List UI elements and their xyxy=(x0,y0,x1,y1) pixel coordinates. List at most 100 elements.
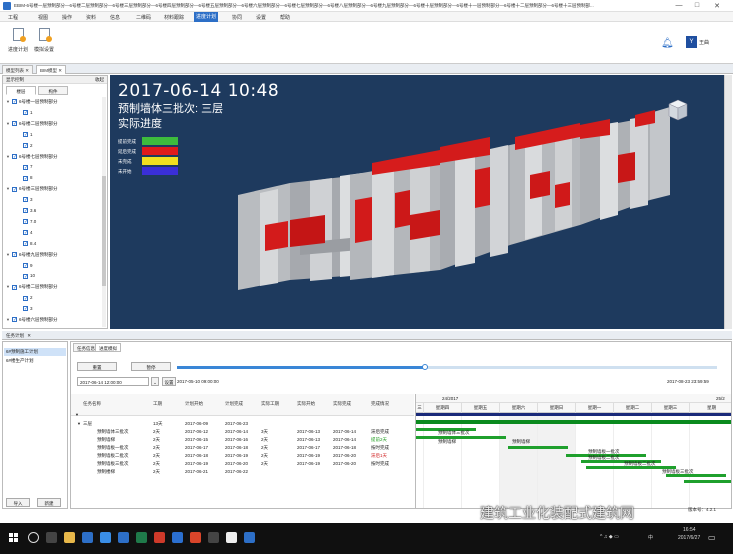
menu-item-6[interactable]: 材料跟踪 xyxy=(162,14,186,21)
clock-date[interactable]: 2017/6/27 xyxy=(678,535,700,541)
tab-components[interactable]: 构件 xyxy=(38,86,68,95)
table-row[interactable]: ▼ 三层 13天 2017-06-09 2017-06-23 xyxy=(71,420,414,428)
menu-item-1[interactable]: 视图 xyxy=(36,14,50,21)
tree-floor-node[interactable]: ▼6号楼九层预制部分 xyxy=(6,250,58,260)
checkbox[interactable] xyxy=(23,304,28,314)
tray-icons[interactable]: ^ ♫ ◆ ▭ xyxy=(600,534,619,540)
checkbox[interactable] xyxy=(23,174,28,184)
checkbox[interactable] xyxy=(23,108,28,118)
ebim-app-icon[interactable] xyxy=(244,532,255,543)
menu-item-4[interactable]: 信息 xyxy=(108,14,122,21)
app-icon-1[interactable] xyxy=(82,532,93,543)
menu-item-2[interactable]: 操作 xyxy=(60,14,74,21)
reset-button[interactable]: 重置 xyxy=(77,362,117,371)
app-icon-2[interactable] xyxy=(136,532,147,543)
column-header[interactable]: 任务名称 xyxy=(83,401,101,407)
edge-browser-icon[interactable] xyxy=(100,532,111,543)
tree-level-node[interactable]: 3.6 xyxy=(17,206,36,216)
menu-item-7[interactable]: 进度计划 xyxy=(194,12,219,22)
tree-level-node[interactable]: 10 xyxy=(17,271,35,282)
column-header[interactable]: 计划开始 xyxy=(185,401,203,407)
expand-arrow-icon[interactable]: ▼ xyxy=(75,412,79,417)
task-view-icon[interactable] xyxy=(46,532,57,543)
pause-button[interactable]: 暂停 xyxy=(131,362,171,371)
table-row[interactable]: 预制墙板三批次 2天 2017-06-19 2017-06-20 2天 2017-06-1… xyxy=(71,460,414,468)
minimize-button[interactable]: — xyxy=(672,2,686,9)
table-row[interactable]: 预制楼梯 2天 2017-06-21 2017-06-22 xyxy=(71,468,414,476)
checkbox[interactable] xyxy=(12,185,17,195)
table-row[interactable]: 预制墙板二批次 2天 2017-06-18 2017-06-19 2天 2017-06-1… xyxy=(71,452,414,460)
simulation-settings-button[interactable]: 模拟设置 xyxy=(32,28,56,53)
column-header[interactable]: 实际完成 xyxy=(333,401,351,407)
tree-level-node[interactable]: 1 xyxy=(17,108,33,118)
schedule-plan-button[interactable]: 进度计划 xyxy=(6,28,30,53)
expand-arrow-icon[interactable]: ▼ xyxy=(77,420,81,428)
menu-item-3[interactable]: 资料 xyxy=(84,14,98,21)
set-button[interactable]: 设置 xyxy=(162,377,176,386)
column-header[interactable]: 完成情况 xyxy=(371,401,389,407)
avatar[interactable]: Y xyxy=(686,36,697,48)
app-icon-4[interactable] xyxy=(172,532,183,543)
checkbox[interactable] xyxy=(12,97,17,107)
checkbox[interactable] xyxy=(23,272,28,282)
checkbox[interactable] xyxy=(23,141,28,151)
bim-3d-viewport[interactable]: 2017-06-14 10:48 预制墙体三批次: 三层 实际进度 提前完成 延后… xyxy=(110,75,724,329)
tree-level-node[interactable]: 9 xyxy=(17,261,33,271)
close-icon[interactable]: ✕ xyxy=(58,68,62,73)
tab-bim-model[interactable]: BIM模型 ✕ xyxy=(36,65,67,74)
checkbox[interactable] xyxy=(23,195,28,205)
close-icon[interactable]: ✕ xyxy=(25,68,29,73)
tree-level-node[interactable]: 8 xyxy=(17,173,33,184)
gantt-bar[interactable] xyxy=(416,436,506,439)
tree-floor-node[interactable]: ▼6号楼二层预制部分 xyxy=(6,282,58,293)
current-time-field[interactable]: 2017-06-14 12:00:00 xyxy=(77,377,149,386)
menu-item-5[interactable]: 二维码 xyxy=(134,14,153,21)
app-icon-7[interactable] xyxy=(226,532,237,543)
column-header[interactable]: 实际开始 xyxy=(297,401,315,407)
app-icon-5[interactable] xyxy=(190,532,201,543)
table-row[interactable]: 预制墙体三批次 2天 2017-06-12 2017-06-14 3天 2017-06-1… xyxy=(71,428,414,436)
table-row[interactable]: 预制墙梯 2天 2017-06-15 2017-06-16 2天 2017-06-13 20… xyxy=(71,436,414,444)
menu-item-0[interactable]: 工程 xyxy=(6,14,20,21)
app-icon-3[interactable] xyxy=(154,532,165,543)
close-window-button[interactable]: ✕ xyxy=(710,2,724,10)
column-header[interactable]: 工期 xyxy=(153,401,162,407)
timeline-slider-handle[interactable] xyxy=(422,364,429,370)
close-icon[interactable]: ✕ xyxy=(27,333,31,338)
viewport-scrollbar[interactable] xyxy=(724,75,732,329)
gantt-bar[interactable] xyxy=(508,446,568,449)
tab-floors[interactable]: 楼层 xyxy=(6,86,36,95)
tree-level-node[interactable]: 3 xyxy=(17,304,33,314)
column-header[interactable]: 实际工期 xyxy=(261,401,279,407)
tree-level-node[interactable]: 2 xyxy=(17,293,33,304)
clock-time[interactable]: 16:54 xyxy=(683,527,696,533)
tree-level-node[interactable]: 1 xyxy=(17,130,33,140)
checkbox[interactable] xyxy=(23,163,28,173)
checkbox[interactable] xyxy=(23,228,28,238)
tray-language[interactable]: 中 xyxy=(648,534,653,541)
ie-browser-icon[interactable] xyxy=(118,532,129,543)
gantt-chart[interactable]: 24/2017 25/2 三星期四 星期五 星期六 星期日 星期一 星期二 星期三 星期 预制… xyxy=(415,394,731,508)
tree-level-node[interactable]: 7 xyxy=(17,162,33,173)
tree-floor-node[interactable]: ▼6号楼三层预制部分 xyxy=(6,184,58,195)
checkbox[interactable] xyxy=(12,119,17,129)
gantt-bar[interactable] xyxy=(684,480,731,483)
tree-scrollbar-thumb[interactable] xyxy=(102,176,106,286)
checkbox[interactable] xyxy=(12,315,17,325)
checkbox[interactable] xyxy=(23,239,28,249)
tree-floor-node[interactable]: ▼6号楼六层预制部分 xyxy=(6,315,58,325)
task-item-construction-plan[interactable]: 6#预制施工计划 xyxy=(4,348,66,356)
import-button[interactable]: 导入 xyxy=(6,498,30,507)
navigation-cube-icon[interactable] xyxy=(668,99,688,121)
notification-icon[interactable]: ▭ xyxy=(708,533,716,542)
search-icon[interactable] xyxy=(28,532,39,543)
checkbox[interactable] xyxy=(23,261,28,271)
app-icon-6[interactable] xyxy=(208,532,219,543)
tab-progress-simulation[interactable]: 进度模拟 xyxy=(95,343,121,352)
checkbox[interactable] xyxy=(23,294,28,304)
checkbox[interactable] xyxy=(23,130,28,140)
tree-level-node[interactable]: 2 xyxy=(17,141,33,151)
tree-floor-node[interactable]: ▼6号楼七层预制部分 xyxy=(6,152,58,162)
menu-item-8[interactable]: 协同 xyxy=(230,14,244,21)
tree-floor-node[interactable]: ▼6号楼一层预制部分 xyxy=(6,97,58,107)
